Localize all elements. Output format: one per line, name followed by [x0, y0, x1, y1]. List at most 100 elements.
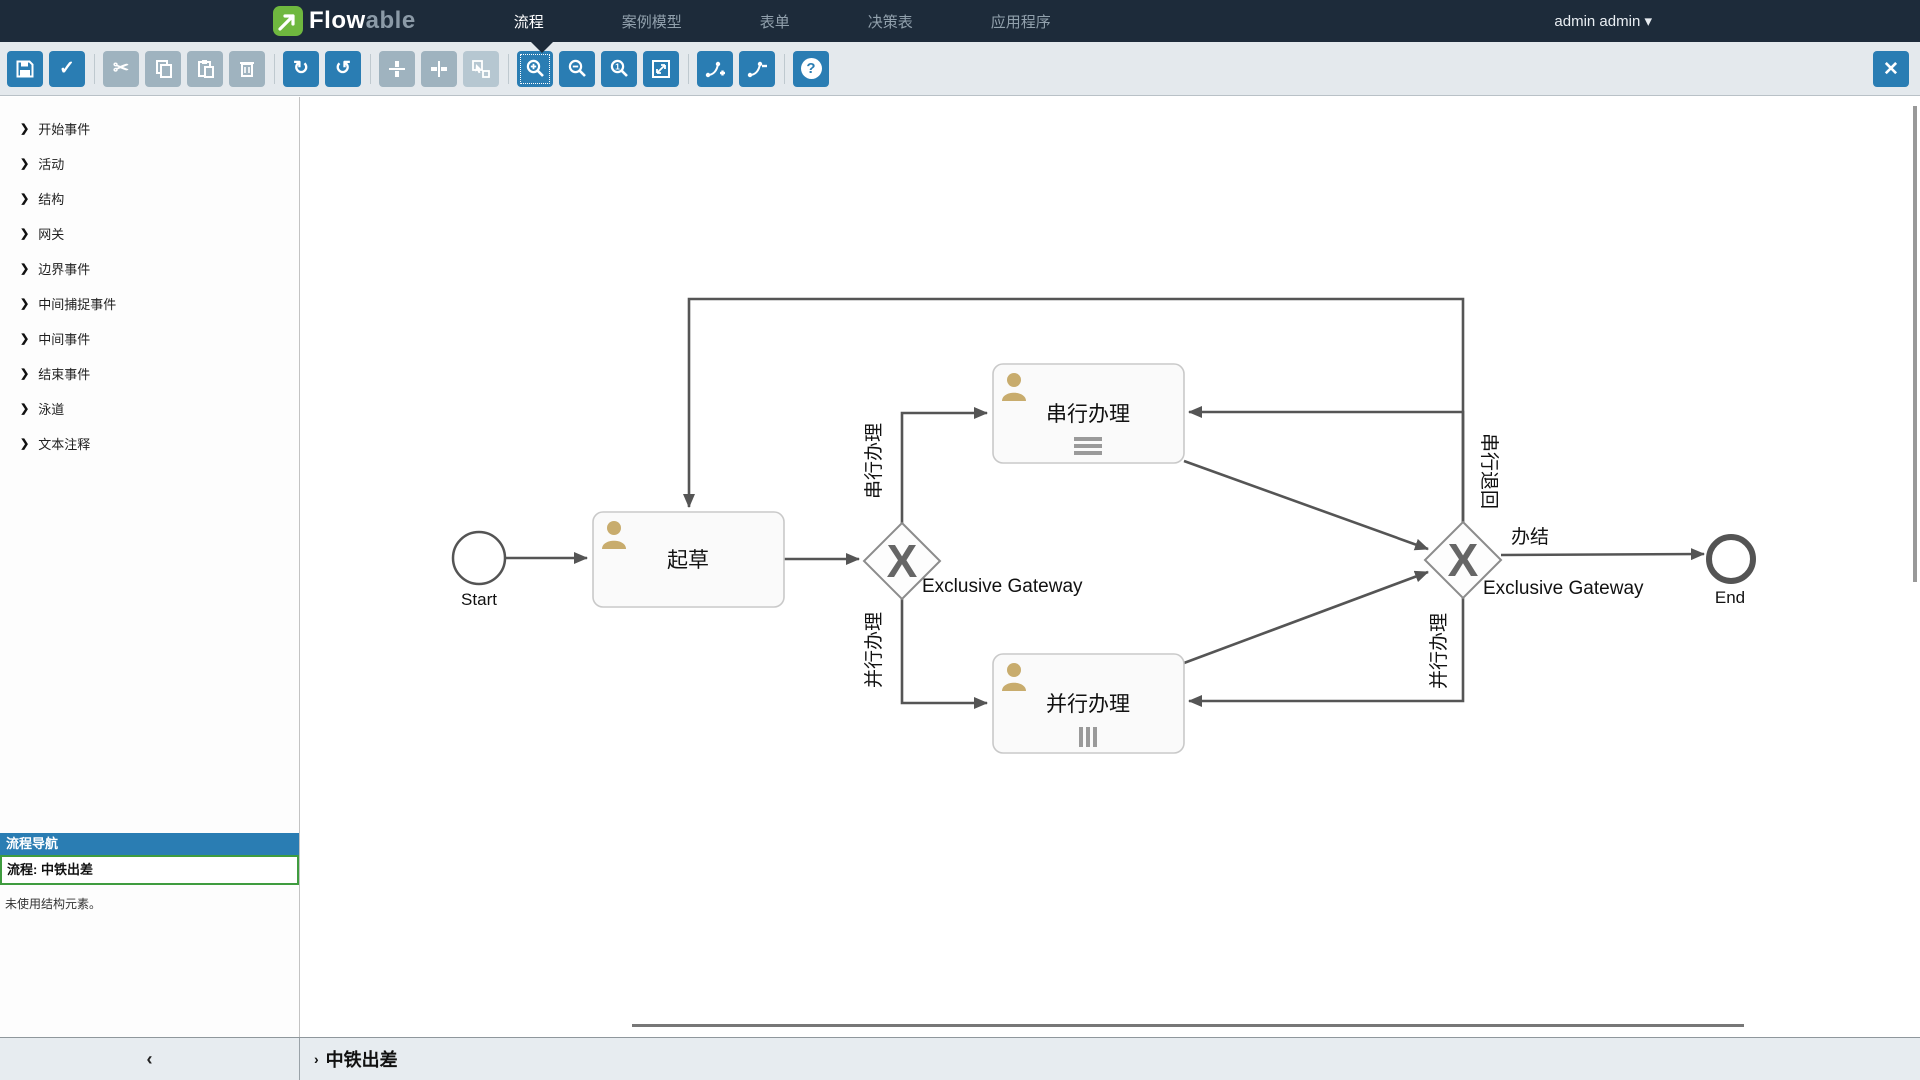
- remove-bendpoint-button[interactable]: [739, 51, 775, 87]
- zoom-actual-button[interactable]: 1: [601, 51, 637, 87]
- parallel-multiinstance-icon: [1079, 727, 1097, 747]
- flowable-logo: Flowable: [273, 6, 416, 36]
- save-button[interactable]: [7, 51, 43, 87]
- palette-group-label: 活动: [38, 154, 64, 173]
- vertical-scrollbar[interactable]: [1913, 106, 1917, 582]
- zoom-out-button[interactable]: [559, 51, 595, 87]
- task-parallel-label: 并行办理: [1046, 693, 1130, 716]
- palette-group-label: 文本注释: [38, 434, 90, 453]
- user-menu[interactable]: admin admin ▾: [1554, 12, 1652, 30]
- delete-button[interactable]: [229, 51, 265, 87]
- zoom-in-button[interactable]: [517, 51, 553, 87]
- palette-group[interactable]: ❯ 边界事件: [0, 251, 299, 286]
- horizontal-scrollbar[interactable]: [632, 1024, 1744, 1027]
- caret-down-icon: ▾: [1644, 13, 1652, 30]
- edge-gateway2-return-serial[interactable]: [1189, 412, 1463, 522]
- close-editor-button[interactable]: ✕: [1873, 51, 1909, 87]
- flowable-logo-icon: [273, 6, 303, 36]
- palette-group[interactable]: ❯ 开始事件: [0, 111, 299, 146]
- edge-label-parallel-return: 并行办理: [1428, 613, 1450, 689]
- palette-group[interactable]: ❯ 文本注释: [0, 426, 299, 461]
- task-parallel[interactable]: 并行办理: [993, 654, 1184, 753]
- chevron-right-icon: ❯: [20, 367, 29, 380]
- navigator-process-item[interactable]: 流程: 中铁出差: [0, 855, 299, 885]
- add-bendpoint-button[interactable]: [697, 51, 733, 87]
- save-icon: [15, 59, 35, 79]
- palette-group-label: 网关: [38, 224, 64, 243]
- edge-gateway1-to-parallel[interactable]: [902, 599, 987, 703]
- palette-group-label: 边界事件: [38, 259, 90, 278]
- trash-icon: [238, 59, 256, 78]
- same-size-button[interactable]: [463, 51, 499, 87]
- chevron-right-icon: ❯: [20, 192, 29, 205]
- edge-label-parallel: 并行办理: [863, 612, 885, 688]
- copy-button[interactable]: [145, 51, 181, 87]
- palette-group-label: 中间捕捉事件: [38, 294, 116, 313]
- footer-breadcrumb: › 中铁出差: [300, 1038, 398, 1080]
- align-vertical-button[interactable]: [379, 51, 415, 87]
- palette-group[interactable]: ❯ 中间捕捉事件: [0, 286, 299, 321]
- palette-group-label: 泳道: [38, 399, 64, 418]
- end-event-node[interactable]: [1709, 537, 1753, 581]
- edge-gateway2-return-parallel[interactable]: [1189, 598, 1463, 701]
- paste-icon: [196, 59, 215, 78]
- chevron-right-icon: ❯: [20, 262, 29, 275]
- collapse-sidebar-button[interactable]: ‹: [147, 1049, 153, 1070]
- align-horizontal-button[interactable]: [421, 51, 457, 87]
- edge-serial-to-gateway2[interactable]: [1184, 461, 1428, 549]
- chevron-right-icon: ❯: [20, 227, 29, 240]
- process-title[interactable]: 中铁出差: [326, 1046, 398, 1072]
- same-size-icon: [471, 59, 491, 79]
- gateway2-label: Exclusive Gateway: [1483, 578, 1644, 599]
- task-draft[interactable]: 起草: [593, 512, 784, 607]
- shape-palette: ❯ 开始事件 ❯ 活动 ❯ 结构 ❯ 网关 ❯ 边界事件: [0, 97, 299, 461]
- start-event-node[interactable]: [453, 532, 505, 584]
- chevron-right-icon: ❯: [20, 402, 29, 415]
- nav-item[interactable]: 应用程序: [981, 11, 1061, 32]
- nav-item[interactable]: 流程: [504, 11, 554, 32]
- edge-parallel-to-gateway2[interactable]: [1184, 572, 1428, 663]
- footer-bar: ‹ › 中铁出差: [0, 1037, 1920, 1080]
- task-serial[interactable]: 串行办理: [993, 364, 1184, 463]
- palette-group-label: 开始事件: [38, 119, 90, 138]
- nav-item[interactable]: 案例模型: [612, 11, 692, 32]
- palette-group[interactable]: ❯ 结构: [0, 181, 299, 216]
- active-tab-pointer: [531, 42, 553, 53]
- palette-group[interactable]: ❯ 活动: [0, 146, 299, 181]
- paste-button[interactable]: [187, 51, 223, 87]
- top-navbar: Flowable 流程 案例模型 表单 决策表 应用程序 admin admin ▾: [0, 0, 1920, 42]
- check-icon: ✓: [59, 57, 75, 80]
- edge-gateway2-to-end[interactable]: [1501, 554, 1704, 555]
- zoom-fit-icon: [651, 59, 671, 79]
- task-draft-label: 起草: [667, 549, 709, 572]
- edge-label-complete: 办结: [1511, 526, 1549, 548]
- zoom-fit-button[interactable]: [643, 51, 679, 87]
- palette-group[interactable]: ❯ 网关: [0, 216, 299, 251]
- redo-button[interactable]: ↻: [283, 51, 319, 87]
- align-horizontal-icon: [429, 59, 449, 79]
- help-button[interactable]: ?: [793, 51, 829, 87]
- process-navigator: 流程导航 流程: 中铁出差 未使用结构元素。: [0, 833, 299, 912]
- diagram-canvas[interactable]: 串行办理 并行办理 串行退回 并行办理 办结 Start 起草 串行办理: [301, 97, 1920, 1037]
- navigator-header: 流程导航: [0, 833, 299, 855]
- chevron-right-icon: ❯: [20, 122, 29, 135]
- nav-item[interactable]: 表单: [750, 11, 800, 32]
- edge-label-serial-return: 串行退回: [1478, 433, 1500, 509]
- nav-item[interactable]: 决策表: [858, 11, 923, 32]
- gateway-x-icon: X: [1448, 534, 1479, 586]
- palette-group[interactable]: ❯ 结束事件: [0, 356, 299, 391]
- copy-icon: [154, 59, 173, 78]
- main-nav: 流程 案例模型 表单 决策表 应用程序: [504, 11, 1061, 32]
- chevron-right-icon: ›: [314, 1051, 319, 1067]
- cut-button[interactable]: ✂: [103, 51, 139, 87]
- zoom-actual-icon: 1: [609, 58, 630, 79]
- validate-button[interactable]: ✓: [49, 51, 85, 87]
- palette-group[interactable]: ❯ 泳道: [0, 391, 299, 426]
- chevron-right-icon: ❯: [20, 157, 29, 170]
- palette-group[interactable]: ❯ 中间事件: [0, 321, 299, 356]
- zoom-in-icon: [525, 58, 546, 79]
- palette-group-label: 结束事件: [38, 364, 90, 383]
- toolbar-separator: [508, 54, 509, 84]
- undo-button[interactable]: ↺: [325, 51, 361, 87]
- edge-gateway1-to-serial[interactable]: [902, 413, 987, 523]
